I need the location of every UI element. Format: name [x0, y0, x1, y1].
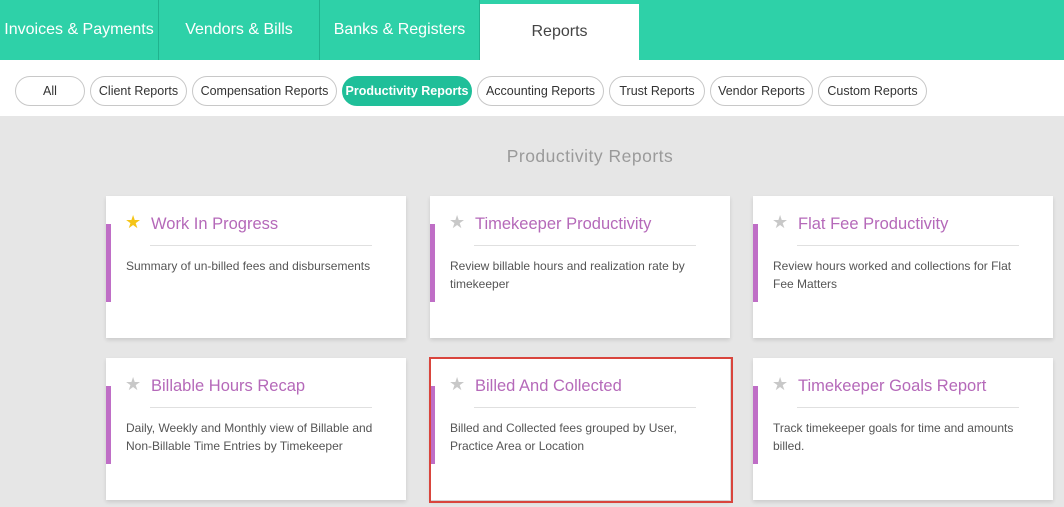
report-card-billed-and-collected[interactable]: ★ Billed And Collected Billed and Collec… — [430, 358, 730, 500]
card-divider — [150, 407, 372, 408]
report-card-timekeeper-productivity[interactable]: ★ Timekeeper Productivity Review billabl… — [430, 196, 730, 338]
card-title[interactable]: Work In Progress — [151, 215, 278, 234]
report-card-billable-hours-recap[interactable]: ★ Billable Hours Recap Daily, Weekly and… — [106, 358, 406, 500]
top-nav: Invoices & Payments Vendors & Bills Bank… — [0, 0, 1064, 60]
card-description: Summary of un-billed fees and disburseme… — [126, 259, 371, 273]
card-accent-bar — [753, 224, 758, 302]
tab-vendors-bills[interactable]: Vendors & Bills — [159, 0, 320, 60]
card-accent-bar — [106, 224, 111, 302]
section-title: Productivity Reports — [506, 146, 674, 166]
card-title[interactable]: Flat Fee Productivity — [798, 215, 948, 234]
filter-client-reports[interactable]: Client Reports — [90, 76, 187, 106]
card-divider — [797, 407, 1019, 408]
tab-reports[interactable]: Reports — [480, 4, 639, 60]
report-card-timekeeper-goals-report[interactable]: ★ Timekeeper Goals Report Track timekeep… — [753, 358, 1053, 500]
star-icon[interactable]: ★ — [125, 213, 143, 231]
filter-accounting-reports[interactable]: Accounting Reports — [477, 76, 604, 106]
filter-compensation-reports[interactable]: Compensation Reports — [192, 76, 337, 106]
report-card-work-in-progress[interactable]: ★ Work In Progress Summary of un-billed … — [106, 196, 406, 338]
card-divider — [797, 245, 1019, 246]
filter-vendor-reports[interactable]: Vendor Reports — [710, 76, 813, 106]
card-description: Billed and Collected fees grouped by Use… — [450, 421, 677, 453]
star-icon[interactable]: ★ — [449, 213, 467, 231]
card-divider — [474, 245, 696, 246]
card-title[interactable]: Timekeeper Productivity — [475, 215, 651, 234]
card-title[interactable]: Timekeeper Goals Report — [798, 377, 986, 396]
tab-banks-registers[interactable]: Banks & Registers — [320, 0, 480, 60]
star-icon[interactable]: ★ — [772, 213, 790, 231]
filter-productivity-reports[interactable]: Productivity Reports — [342, 76, 472, 106]
star-icon[interactable]: ★ — [125, 375, 143, 393]
report-filter-bar: All Client Reports Compensation Reports … — [0, 60, 1064, 116]
card-description: Review billable hours and realization ra… — [450, 259, 685, 291]
card-title[interactable]: Billable Hours Recap — [151, 377, 305, 396]
filter-trust-reports[interactable]: Trust Reports — [609, 76, 705, 106]
card-title[interactable]: Billed And Collected — [475, 377, 622, 396]
card-accent-bar — [106, 386, 111, 464]
filter-all[interactable]: All — [15, 76, 85, 106]
card-description: Review hours worked and collections for … — [773, 259, 1012, 291]
tab-invoices-payments[interactable]: Invoices & Payments — [0, 0, 159, 60]
report-card-flat-fee-productivity[interactable]: ★ Flat Fee Productivity Review hours wor… — [753, 196, 1053, 338]
card-accent-bar — [430, 386, 435, 464]
card-description: Daily, Weekly and Monthly view of Billab… — [126, 421, 373, 453]
star-icon[interactable]: ★ — [449, 375, 467, 393]
star-icon[interactable]: ★ — [772, 375, 790, 393]
card-description: Track timekeeper goals for time and amou… — [773, 421, 1014, 453]
card-accent-bar — [753, 386, 758, 464]
card-divider — [150, 245, 372, 246]
card-accent-bar — [430, 224, 435, 302]
filter-custom-reports[interactable]: Custom Reports — [818, 76, 927, 106]
card-divider — [474, 407, 696, 408]
